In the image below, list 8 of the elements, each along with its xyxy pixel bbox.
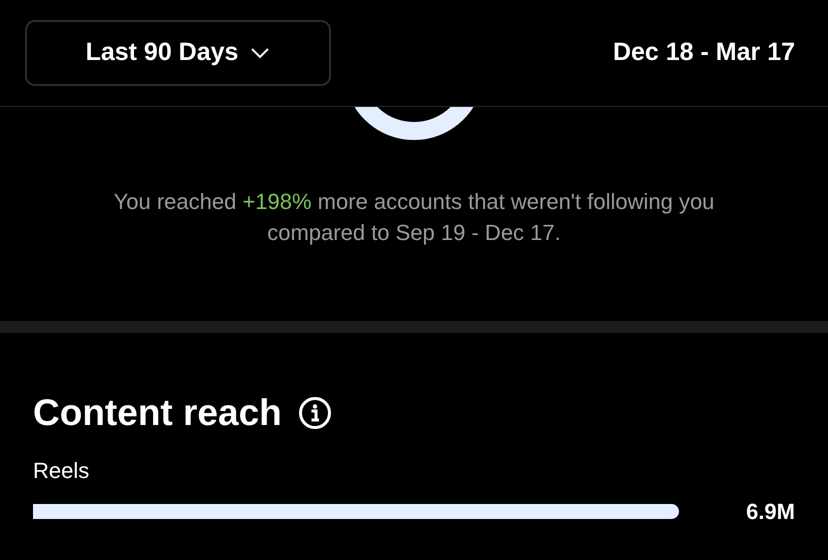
reach-summary: You reached +198% more accounts that weren't following you compared to Sep 19 - Dec 17. xyxy=(112,188,716,247)
item-value: 6.9M xyxy=(746,498,795,526)
info-icon[interactable] xyxy=(298,396,332,430)
time-range-dropdown[interactable]: Last 90 Days xyxy=(25,20,331,86)
section-title: Content reach xyxy=(33,391,282,435)
chevron-down-icon xyxy=(250,47,270,59)
date-range: Dec 18 - Mar 17 xyxy=(612,37,795,68)
item-label: Reels xyxy=(33,457,90,485)
